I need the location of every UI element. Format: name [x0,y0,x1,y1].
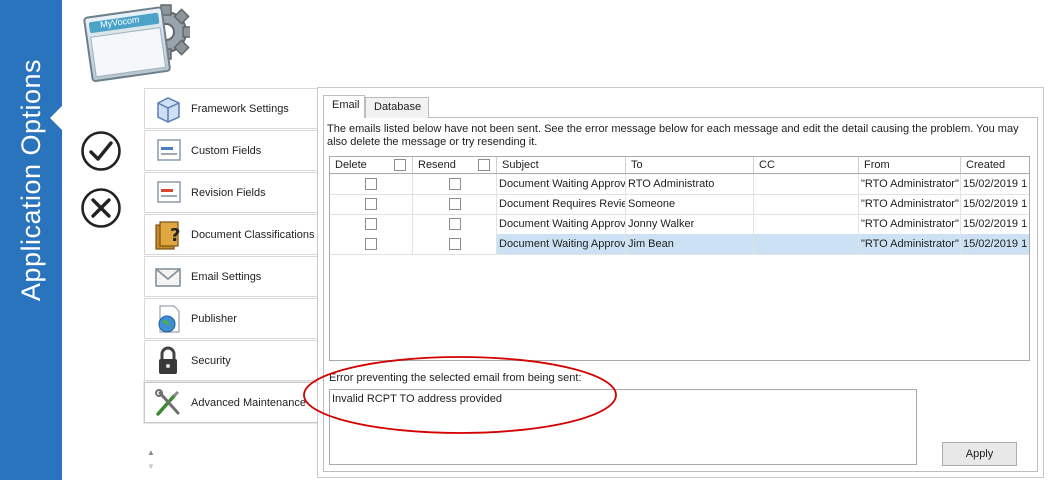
cell-from: "RTO Administrator" [859,234,961,254]
envelope-icon [155,268,181,287]
nav-item-framework-settings[interactable]: Framework Settings [144,88,317,129]
column-header-subject[interactable]: Subject [497,157,626,173]
resend-checkbox[interactable] [449,178,461,190]
column-header-to[interactable]: To [626,157,754,173]
cell-to: Jonny Walker [626,214,754,234]
nav-label: Revision Fields [191,187,266,199]
cell-subject: Document Waiting Approv [497,214,626,234]
revision-fields-icon [157,181,181,203]
resend-all-checkbox[interactable] [478,159,490,171]
grid-header: Delete Resend Subject To CC From Created [330,157,1029,174]
unsent-emails-grid: Delete Resend Subject To CC From Created… [329,156,1030,361]
resend-checkbox[interactable] [449,198,461,210]
cell-from: "RTO Administrator" [859,174,961,194]
nav-item-revision-fields[interactable]: Revision Fields [144,172,317,213]
scroll-down-arrow-icon[interactable]: ▼ [147,462,155,471]
tools-icon [155,389,180,416]
side-banner: Application Options [0,0,62,480]
cell-created: 15/02/2019 1 [963,178,1028,190]
column-header-label: Delete [335,159,367,171]
nav-label: Custom Fields [191,145,262,157]
nav-item-advanced-maintenance[interactable]: Advanced Maintenance [144,382,317,423]
column-header-created[interactable]: Created [961,157,1029,173]
publisher-globe-icon [158,305,180,333]
apply-button[interactable]: Apply [942,442,1017,466]
cell-from: "RTO Administrator" [859,194,961,214]
nav-label: Publisher [191,313,237,325]
nav-item-publisher[interactable]: Publisher [144,298,317,339]
info-text: The emails listed below have not been se… [327,123,1019,148]
cell-subject: Document Requires Revie [497,194,626,214]
check-circle-icon [81,131,121,171]
delete-all-checkbox[interactable] [394,159,406,171]
cell-to: RTO Administrato [626,174,754,194]
column-header-from[interactable]: From [859,157,961,173]
table-row-selected[interactable]: Document Waiting Approv Jim Bean "RTO Ad… [330,234,1029,255]
annotation-ellipse [303,356,617,434]
cell-cc [754,174,859,194]
delete-checkbox[interactable] [365,218,377,230]
cell-cc [754,194,859,214]
table-row[interactable]: Document Waiting Approv RTO Administrato… [330,174,1029,195]
nav-label: Email Settings [191,271,262,283]
padlock-icon [159,346,177,374]
tab-database[interactable]: Database [365,97,429,118]
cell-created: 15/02/2019 1 [963,198,1028,210]
cell-to: Jim Bean [626,234,754,254]
resend-checkbox[interactable] [449,238,461,250]
framework-cube-icon [157,97,180,123]
delete-checkbox[interactable] [365,238,377,250]
cell-cc [754,214,859,234]
table-row[interactable]: Document Waiting Approv Jonny Walker "RT… [330,214,1029,235]
cell-created: 15/02/2019 1 [963,238,1028,250]
nav-label: Document Classifications [191,229,315,241]
cell-from: "RTO Administrator" [859,214,961,234]
cell-cc [754,234,859,254]
delete-checkbox[interactable] [365,198,377,210]
nav-label: Framework Settings [191,103,289,115]
nav-item-document-classifications[interactable]: ? Document Classifications [144,214,317,255]
column-header-cc[interactable]: CC [754,157,859,173]
svg-text:?: ? [170,225,180,246]
banner-notch [50,106,62,130]
delete-checkbox[interactable] [365,178,377,190]
nav-item-custom-fields[interactable]: Custom Fields [144,130,317,171]
cell-subject: Document Waiting Approv [497,234,626,254]
custom-fields-icon [157,139,181,161]
resend-checkbox[interactable] [449,218,461,230]
tab-email[interactable]: Email [323,95,365,118]
nav-item-security[interactable]: Security [144,340,317,381]
scroll-up-arrow-icon[interactable]: ▲ [147,448,155,457]
cell-to: Someone [626,194,754,214]
banner-title: Application Options [16,58,46,302]
nav-label: Advanced Maintenance [191,397,306,409]
x-circle-icon [81,188,121,228]
cancel-button[interactable] [80,187,122,229]
cell-created: 15/02/2019 1 [963,218,1028,230]
nav-label: Security [191,355,231,367]
table-row[interactable]: Document Requires Revie Someone "RTO Adm… [330,194,1029,215]
ok-button[interactable] [80,130,122,172]
column-header-label: Resend [418,159,456,171]
nav-item-email-settings[interactable]: Email Settings [144,256,317,297]
document-classifications-icon: ? [155,221,180,250]
cell-subject: Document Waiting Approv [497,174,626,194]
